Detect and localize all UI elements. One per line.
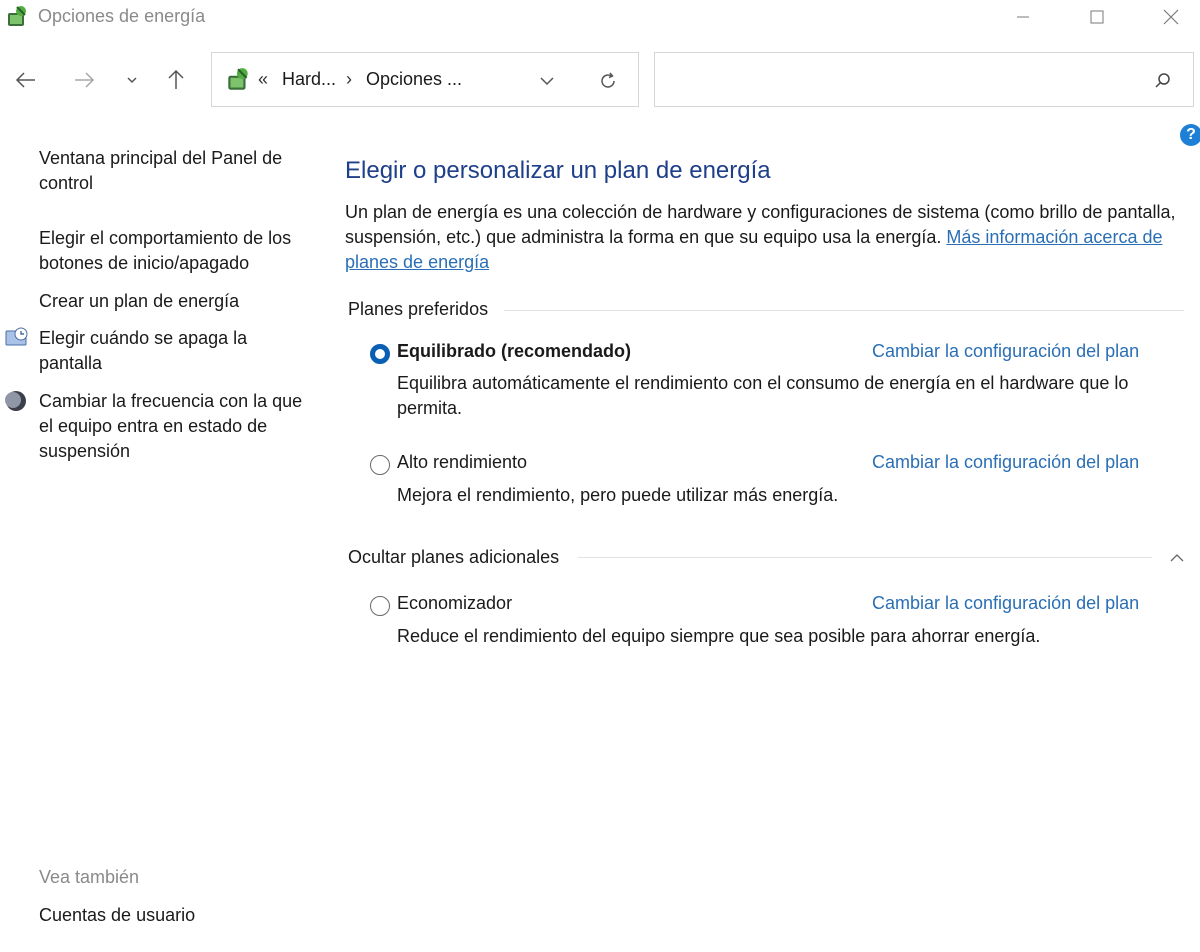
refresh-button[interactable] — [594, 67, 622, 95]
breadcrumb-separator[interactable]: › — [346, 69, 352, 90]
change-plan-settings-link-power-saver[interactable]: Cambiar la configuración del plan — [872, 593, 1139, 614]
window-title: Opciones de energía — [38, 6, 206, 26]
display-clock-icon — [4, 325, 30, 351]
up-button[interactable] — [158, 62, 194, 98]
forward-button[interactable] — [66, 62, 102, 98]
address-bar[interactable]: « Hard... › Opciones ... — [211, 52, 639, 107]
plan-radio-balanced[interactable] — [370, 344, 390, 364]
plan-radio-power-saver[interactable] — [370, 596, 390, 616]
back-button[interactable] — [8, 62, 44, 98]
plan-name-high-performance[interactable]: Alto rendimiento — [397, 452, 527, 473]
plan-description-balanced: Equilibra automáticamente el rendimiento… — [397, 373, 1129, 418]
sidebar-item-control-panel-home[interactable]: Ventana principal del Panel de control — [39, 146, 309, 196]
help-icon[interactable]: ? — [1180, 124, 1200, 146]
breadcrumb-hardware[interactable]: Hard... — [282, 69, 336, 90]
title-bar: Opciones de energía — [0, 0, 1200, 34]
moon-icon — [4, 389, 30, 415]
preferred-plans-heading: Planes preferidos — [348, 299, 489, 319]
recent-locations-button[interactable] — [114, 62, 150, 98]
sidebar-item-sleep[interactable]: Cambiar la frecuencia con la que el equi… — [39, 389, 309, 464]
change-plan-settings-link-balanced[interactable]: Cambiar la configuración del plan — [872, 341, 1139, 362]
page-title: Elegir o personalizar un plan de energía — [345, 157, 771, 184]
divider — [578, 557, 1152, 558]
change-plan-settings-link-high-performance[interactable]: Cambiar la configuración del plan — [872, 452, 1139, 473]
plan-description-high-performance: Mejora el rendimiento, pero puede utiliz… — [397, 485, 839, 505]
chevron-up-icon — [1170, 554, 1184, 562]
arrow-up-icon — [168, 69, 184, 89]
sidebar-item-power-buttons[interactable]: Elegir el comportamiento de los botones … — [39, 226, 309, 276]
arrow-right-icon — [75, 72, 95, 88]
maximize-icon — [1090, 10, 1104, 24]
chevron-down-icon — [127, 77, 137, 84]
see-also-user-accounts[interactable]: Cuentas de usuario — [39, 905, 195, 926]
close-icon — [1163, 9, 1179, 25]
breadcrumb-power-options[interactable]: Opciones ... — [366, 69, 462, 90]
minimize-icon — [1017, 16, 1029, 18]
power-options-icon — [4, 4, 30, 30]
plan-radio-high-performance[interactable] — [370, 455, 390, 475]
additional-plans-heading[interactable]: Ocultar planes adicionales — [348, 547, 559, 568]
collapse-additional-plans-button[interactable] — [1166, 548, 1188, 568]
chevron-down-icon — [540, 77, 554, 86]
close-button[interactable] — [1142, 0, 1200, 34]
plan-name-balanced[interactable]: Equilibrado (recomendado) — [397, 341, 631, 362]
search-box[interactable] — [654, 52, 1194, 107]
intro-text: Un plan de energía es una colección de h… — [345, 200, 1195, 275]
address-dropdown-button[interactable] — [534, 69, 560, 93]
see-also-heading: Vea también — [39, 867, 140, 887]
minimize-button[interactable] — [994, 0, 1052, 34]
search-input[interactable] — [665, 63, 1135, 97]
sidebar-item-create-plan[interactable]: Crear un plan de energía — [39, 289, 309, 314]
divider — [504, 310, 1184, 311]
plan-name-power-saver[interactable]: Economizador — [397, 593, 512, 614]
arrow-left-icon — [15, 72, 35, 88]
sidebar-item-display-off[interactable]: Elegir cuándo se apaga la pantalla — [39, 326, 309, 376]
search-icon[interactable] — [1149, 67, 1177, 95]
breadcrumb-overflow[interactable]: « — [258, 69, 268, 90]
power-options-icon — [224, 66, 252, 94]
refresh-icon — [601, 72, 615, 88]
plan-description-power-saver: Reduce el rendimiento del equipo siempre… — [397, 626, 1041, 646]
maximize-button[interactable] — [1068, 0, 1126, 34]
